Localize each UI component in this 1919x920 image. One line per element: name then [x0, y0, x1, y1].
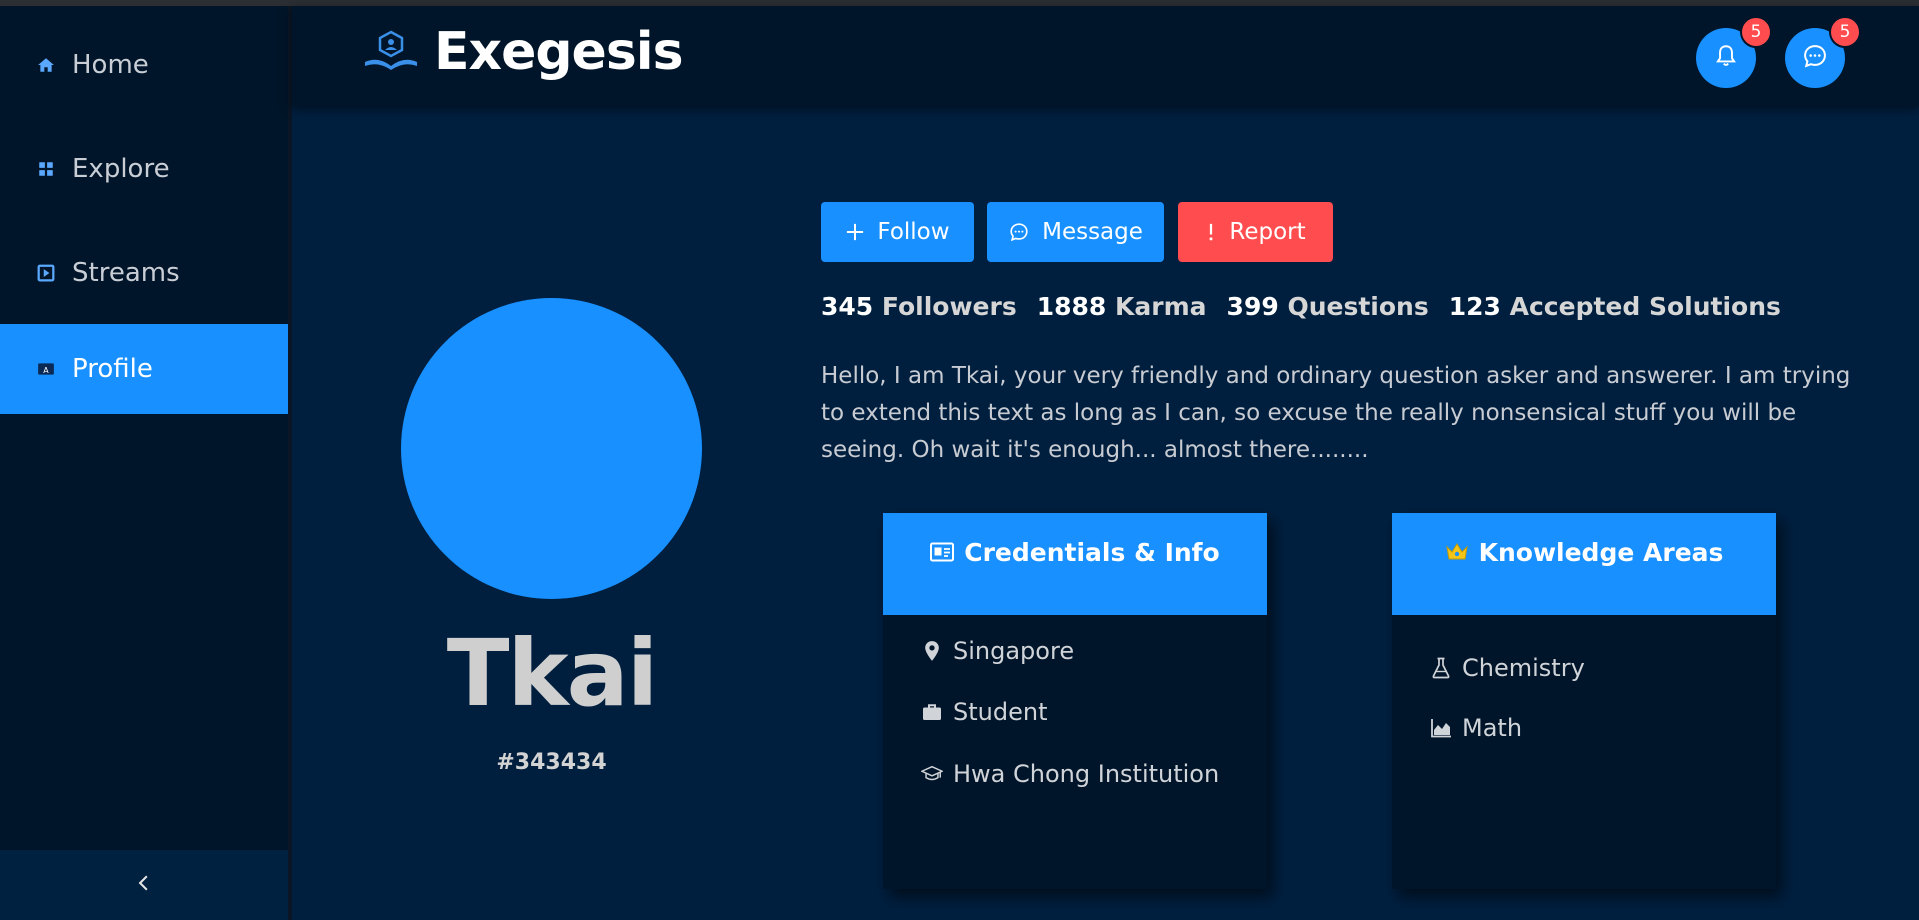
credential-location: Singapore [921, 637, 1074, 665]
knowledge-title: Knowledge Areas [1478, 537, 1724, 567]
bell-icon [1713, 43, 1739, 73]
knowledge-card: Knowledge Areas Chemistry Math [1392, 513, 1776, 889]
knowledge-item-chemistry: Chemistry [1430, 654, 1585, 682]
chat-bubble-icon [1008, 221, 1030, 243]
area-chart-icon [1430, 717, 1452, 739]
play-square-icon [36, 263, 56, 283]
svg-text:A: A [43, 366, 49, 375]
crown-icon [1445, 541, 1469, 563]
profile-tag: #343434 [496, 750, 607, 775]
id-card-icon: A [36, 359, 56, 379]
message-label: Message [1042, 219, 1143, 245]
follow-label: Follow [877, 219, 950, 245]
stat-accepted-solutions: 123 Accepted Solutions [1448, 292, 1781, 321]
stat-questions: 399 Questions [1226, 292, 1429, 321]
credentials-card-header: Credentials & Info [883, 513, 1267, 615]
plus-icon [845, 222, 865, 242]
sidebar-item-streams[interactable]: Streams [0, 228, 288, 318]
grid-icon [36, 159, 56, 179]
profile-bio: Hello, I am Tkai, your very friendly and… [821, 363, 1851, 463]
profile-stats: 345 Followers 1888 Karma 399 Questions 1… [821, 292, 1801, 321]
chevron-left-icon [135, 874, 153, 896]
exclamation-icon [1205, 222, 1217, 242]
credential-education: Hwa Chong Institution [921, 760, 1219, 788]
home-icon [36, 55, 56, 75]
graduation-cap-icon [921, 763, 943, 785]
briefcase-icon [921, 701, 943, 723]
flask-icon [1430, 657, 1452, 679]
sidebar-item-label: Explore [72, 154, 170, 184]
sidebar: Home Explore Streams A Profile [0, 6, 288, 920]
message-button[interactable]: Message [987, 202, 1164, 262]
stat-karma: 1888 Karma [1036, 292, 1207, 321]
messages-button[interactable]: 5 [1785, 16, 1861, 88]
location-pin-icon [921, 640, 943, 662]
sidebar-item-label: Home [72, 50, 149, 80]
follow-button[interactable]: Follow [821, 202, 974, 262]
notifications-button[interactable]: 5 [1696, 16, 1772, 88]
sidebar-divider [288, 6, 292, 920]
knowledge-card-header: Knowledge Areas [1392, 513, 1776, 615]
sidebar-item-label: Streams [72, 258, 180, 288]
sidebar-item-explore[interactable]: Explore [0, 124, 288, 214]
sidebar-collapse-button[interactable] [0, 850, 288, 920]
knowledge-item-math: Math [1430, 714, 1522, 742]
brand[interactable]: Exegesis [362, 22, 684, 82]
notifications-badge: 5 [1740, 16, 1772, 48]
sidebar-item-label: Profile [72, 354, 153, 384]
messages-badge: 5 [1829, 16, 1861, 48]
id-card-icon [930, 542, 955, 562]
sidebar-item-home[interactable]: Home [0, 20, 288, 110]
top-header: Exegesis 5 5 [292, 6, 1919, 106]
sidebar-item-profile[interactable]: A Profile [0, 324, 288, 414]
avatar[interactable] [401, 298, 702, 599]
credentials-card: Credentials & Info Singapore Student Hwa… [883, 513, 1267, 889]
credentials-title: Credentials & Info [964, 537, 1220, 567]
profile-name: Tkai [446, 620, 659, 727]
chat-bubble-icon [1801, 42, 1829, 74]
report-label: Report [1229, 219, 1306, 245]
stat-followers: 345 Followers [821, 292, 1017, 321]
app-title: Exegesis [434, 22, 684, 82]
report-button[interactable]: Report [1178, 202, 1333, 262]
book-logo-icon [362, 28, 420, 76]
credential-occupation: Student [921, 698, 1047, 726]
